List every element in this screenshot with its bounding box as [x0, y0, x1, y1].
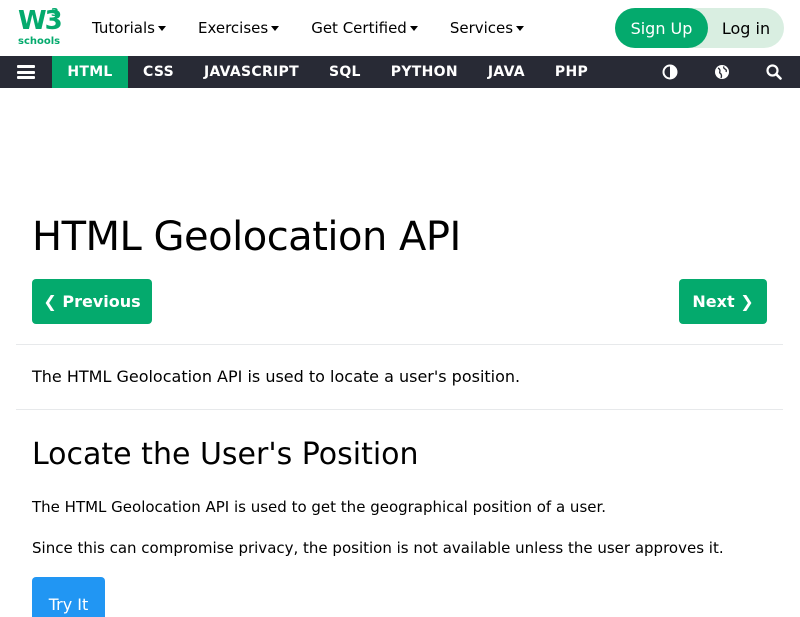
logo-subtext: schools — [18, 36, 61, 47]
tab-sql[interactable]: SQL — [314, 56, 376, 88]
caret-down-icon — [157, 26, 166, 31]
next-button[interactable]: Next ❯ — [679, 279, 767, 324]
nav-exercises-label: Exercises — [197, 19, 269, 37]
w3schools-logo[interactable]: W3 3 schools — [18, 6, 63, 48]
nav-tutorials-label: Tutorials — [92, 19, 155, 37]
sign-up-button[interactable]: Sign Up — [615, 8, 708, 48]
tab-css[interactable]: CSS — [128, 56, 189, 88]
divider — [16, 409, 783, 410]
top-navigation: Tutorials Exercises Get Certified Servic… — [92, 0, 556, 56]
menu-icon[interactable] — [17, 65, 35, 79]
tab-php[interactable]: PHP — [540, 56, 603, 88]
caret-down-icon — [271, 26, 280, 31]
divider — [16, 344, 783, 345]
caret-down-icon — [516, 26, 525, 31]
nav-tutorials[interactable]: Tutorials — [92, 19, 166, 37]
nav-get-certified-label: Get Certified — [311, 19, 407, 37]
tab-javascript[interactable]: JAVASCRIPT — [189, 56, 314, 88]
previous-button[interactable]: ❮ Previous — [32, 279, 152, 324]
globe-icon[interactable] — [714, 64, 730, 80]
nav-services[interactable]: Services — [449, 19, 525, 37]
caret-down-icon — [409, 26, 418, 31]
tab-java[interactable]: JAVA — [473, 56, 540, 88]
search-icon[interactable] — [766, 64, 782, 80]
nav-exercises[interactable]: Exercises — [197, 19, 280, 37]
paragraph: The HTML Geolocation API is used to get … — [32, 498, 607, 516]
section-heading: Locate the User's Position — [32, 437, 419, 472]
tab-python[interactable]: PYTHON — [376, 56, 473, 88]
nav-services-label: Services — [449, 19, 514, 37]
log-in-button[interactable]: Log in — [708, 8, 784, 48]
page-title: HTML Geolocation API — [32, 214, 461, 260]
tab-html[interactable]: HTML — [52, 56, 128, 88]
main-content: HTML Geolocation API ❮ Previous Next ❯ T… — [16, 88, 783, 617]
language-tabs: HTML CSS JAVASCRIPT SQL PYTHON JAVA PHP — [52, 56, 603, 88]
try-it-button[interactable]: Try It — [32, 577, 105, 617]
nav-get-certified[interactable]: Get Certified — [311, 19, 418, 37]
logo-superscript: 3 — [51, 6, 59, 19]
auth-buttons: Sign Up Log in — [615, 8, 784, 48]
intro-paragraph: The HTML Geolocation API is used to loca… — [32, 367, 521, 386]
top-header: W3 3 schools Tutorials Exercises Get Cer… — [0, 0, 800, 56]
paragraph: Since this can compromise privacy, the p… — [32, 539, 724, 557]
language-navbar: HTML CSS JAVASCRIPT SQL PYTHON JAVA PHP — [0, 56, 800, 88]
contrast-icon[interactable] — [662, 64, 678, 80]
